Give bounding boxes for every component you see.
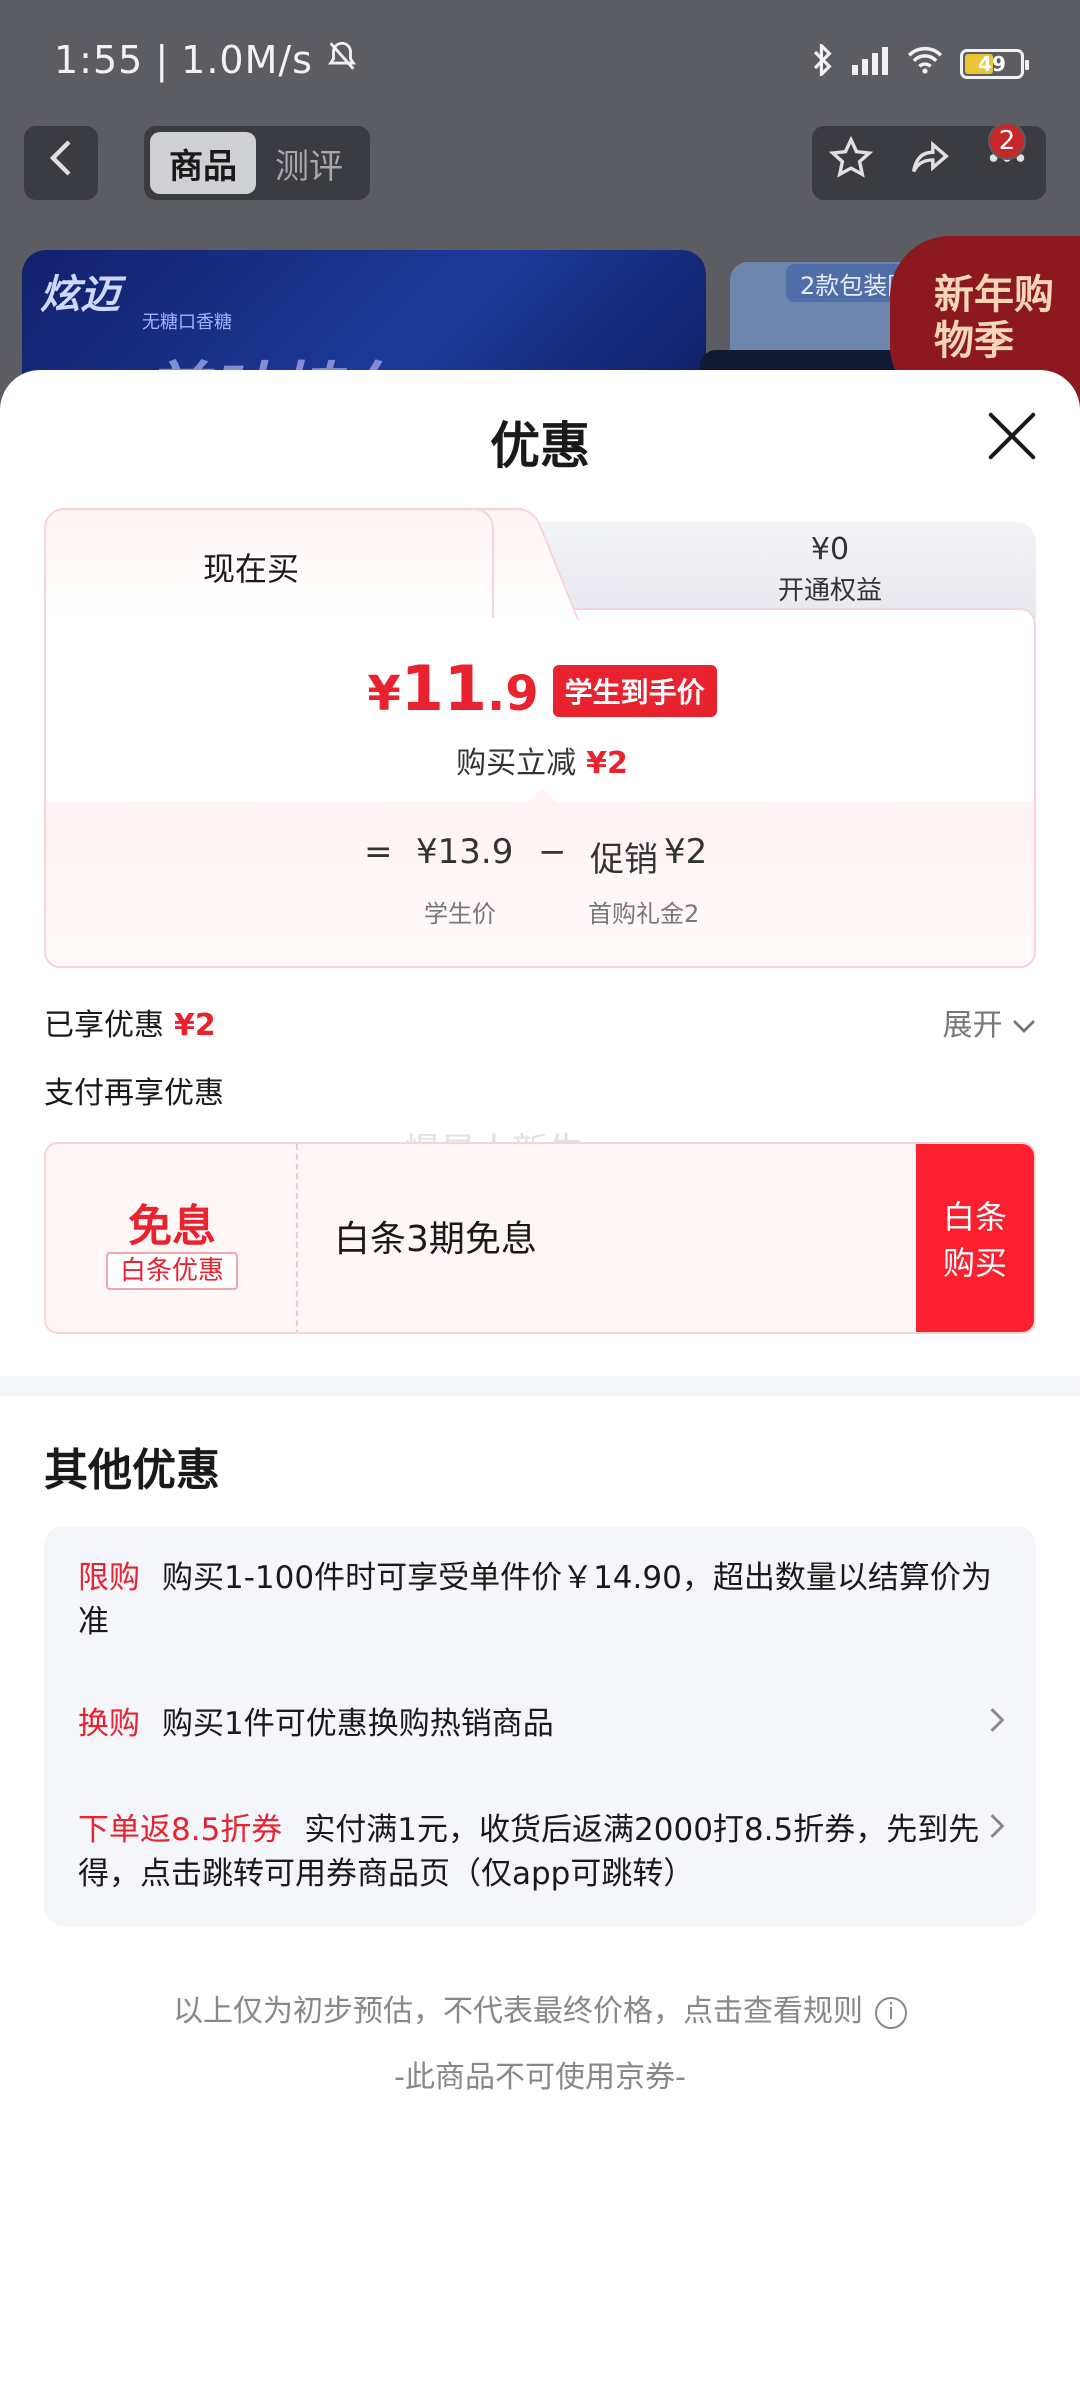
- bell-off-icon: [325, 38, 359, 82]
- product-review-tabs: 商品 测评: [144, 126, 370, 200]
- tab-product[interactable]: 商品: [150, 132, 256, 194]
- tab-buy-now[interactable]: 现在买: [44, 508, 494, 618]
- sheet-title: 优惠: [490, 417, 590, 475]
- promo-label: 促销: [590, 840, 658, 880]
- price-card: ¥0 开通权益 现在买 ¥11.9 学生到手价 购买立减 ¥2 = ¥13.9 −…: [44, 508, 1036, 968]
- message-badge: 2: [988, 122, 1026, 160]
- chevron-right-icon: [988, 1808, 1006, 1852]
- promo-item-purchase-limit: 限购 购买1-100件时可享受单件价￥14.90，超出数量以结算价为准: [78, 1556, 998, 1644]
- promo-text: 购买1-100件时可享受单件价￥14.90，超出数量以结算价为准: [78, 1560, 992, 1640]
- coupon-description: 白条3期免息: [334, 1219, 537, 1260]
- baitiao-coupon[interactable]: 免息 白条优惠 白条3期免息 白条购买: [44, 1142, 1036, 1334]
- nav-actions: 2: [812, 122, 1046, 200]
- top-nav: 商品 测评 2: [0, 122, 1080, 202]
- chevron-down-icon: [1012, 1008, 1036, 1043]
- pay-more-discount-title: 支付再享优惠: [44, 1076, 224, 1111]
- other-discounts-list: 限购 购买1-100件时可享受单件价￥14.90，超出数量以结算价为准 换购 购买1…: [44, 1526, 1036, 1926]
- promo-tag: 限购: [78, 1560, 140, 1596]
- final-price: ¥11.9: [367, 652, 539, 725]
- coupon-title: 免息: [128, 1201, 216, 1252]
- tab-review[interactable]: 测评: [256, 132, 362, 194]
- share-icon[interactable]: [906, 135, 952, 191]
- enjoyed-discount: 已享优惠 ¥2: [44, 1008, 216, 1043]
- banner-subtitle: 无糖口香糖: [142, 312, 232, 333]
- equals-sign: =: [364, 832, 393, 872]
- expand-button[interactable]: 展开: [942, 1000, 1036, 1044]
- no-jd-coupon-note: -此商品不可使用京券-: [394, 2060, 686, 2095]
- banner-brand: 炫迈: [40, 272, 120, 318]
- first-purchase-gift: 首购礼金2: [588, 900, 700, 928]
- student-price-label: 学生价: [424, 900, 496, 928]
- info-icon: i: [875, 1996, 907, 2029]
- price-card-body: ¥11.9 学生到手价 购买立减 ¥2 = ¥13.9 − 促销 ¥2 学生价 首…: [44, 608, 1036, 968]
- status-bar: 1:55 | 1.0M/s 49: [0, 0, 1080, 120]
- promo-tag: 换购: [78, 1706, 140, 1742]
- section-divider: [0, 1376, 1080, 1396]
- chevron-right-icon: [988, 1702, 1006, 1746]
- promo-value: ¥2: [664, 832, 708, 872]
- other-discounts-title: 其他优惠: [44, 1445, 220, 1496]
- close-icon[interactable]: [986, 410, 1038, 462]
- discount-sheet: 优惠 ¥0 开通权益 现在买 ¥11.9 学生到手价 购买立减 ¥2 = ¥13.…: [0, 370, 1080, 2400]
- coupon-tag: 白条优惠: [106, 1252, 238, 1290]
- promo-tag: 下单返8.5折券: [78, 1812, 283, 1848]
- promo-item-return-coupon[interactable]: 下单返8.5折券 实付满1元，收货后返满2000打8.5折券，先到先得，点击跳转可…: [78, 1808, 1005, 1896]
- battery-icon: 49: [960, 48, 1029, 79]
- network-speed: 1.0M/s: [181, 38, 313, 82]
- bluetooth-icon: [812, 41, 834, 83]
- back-button[interactable]: [24, 126, 98, 200]
- status-time: 1:55: [54, 38, 144, 82]
- promo-item-exchange[interactable]: 换购 购买1件可优惠换购热销商品: [78, 1702, 1005, 1746]
- student-price-tag: 学生到手价: [552, 665, 717, 717]
- final-price-line: ¥11.9 学生到手价: [46, 652, 1034, 725]
- background-app: 1:55 | 1.0M/s 49 商品 测评 2 炫迈 无糖口香糖 2款包装随 …: [0, 0, 1080, 420]
- chevron-left-icon: [46, 138, 76, 189]
- signal-icon: [850, 45, 890, 82]
- minus-sign: −: [538, 832, 567, 872]
- star-icon[interactable]: [828, 135, 874, 191]
- promo-text: 购买1件可优惠换购热销商品: [162, 1706, 554, 1742]
- tab-buy-now-label: 现在买: [202, 550, 299, 588]
- wifi-icon: [906, 45, 944, 82]
- instant-reduction: 购买立减 ¥2: [456, 746, 628, 781]
- student-price-value: ¥13.9: [416, 832, 514, 872]
- price-disclaimer[interactable]: 以上仅为初步预估，不代表最终价格，点击查看规则 i: [0, 1986, 1080, 2030]
- baitiao-buy-button[interactable]: 白条购买: [916, 1144, 1034, 1332]
- price-breakdown: = ¥13.9 − 促销 ¥2 学生价 首购礼金2: [46, 788, 1034, 966]
